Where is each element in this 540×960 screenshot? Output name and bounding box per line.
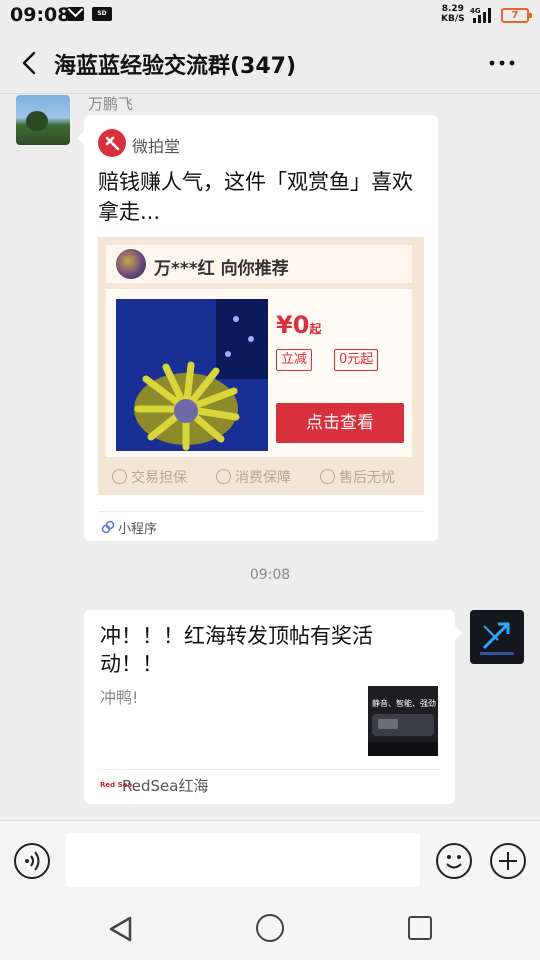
emoji-icon (446, 855, 462, 869)
nav-recent-apps-icon[interactable] (408, 916, 432, 940)
price-value: ¥0 (276, 311, 310, 339)
link-card[interactable]: 冲！！！红海转发顶帖有奖活动！！ 冲鸭! 静音、智能、强劲 Red Sea Re… (84, 610, 462, 804)
mini-program-name: 微拍堂 (132, 137, 181, 156)
mini-program-icon (101, 520, 115, 534)
plus-icon (499, 852, 517, 870)
price-suffix: 起 (309, 322, 322, 336)
start-price-tag: 0元起 (334, 349, 379, 371)
coral-product-image (116, 299, 268, 451)
sd-card-icon: SD (92, 7, 112, 21)
sender-avatar[interactable] (16, 95, 70, 145)
weipaitang-logo-icon (98, 129, 126, 157)
promo-image: 万***红 向你推荐 ¥0起 立减 0元起 点击查看 交易担保 消费保障 售后无… (98, 237, 424, 495)
guarantee-row: 交易担保 消费保障 售后无忧 (98, 463, 424, 489)
promo-header: 万***红 向你推荐 (106, 245, 412, 283)
voice-icon (25, 851, 40, 871)
chat-area[interactable]: 万鹏飞 微拍堂 赔钱赚人气，这件「观赏鱼」喜欢拿走... 万***红 向你推荐 (0, 95, 540, 820)
promo-body: ¥0起 立减 0元起 点击查看 (106, 289, 412, 457)
shield-icon (112, 469, 127, 484)
back-arrow-icon[interactable] (18, 50, 44, 76)
link-description: 冲鸭! (100, 688, 139, 707)
discount-tag: 立减 (276, 349, 313, 371)
guarantee-item: 交易担保 (112, 467, 187, 487)
network-speed: 8.29 KB/S (441, 4, 465, 24)
mail-notification-icon (67, 7, 84, 21)
thumbs-up-icon (320, 469, 335, 484)
chat-header: 海蓝蓝经验交流群(347) (0, 32, 540, 94)
message-input[interactable] (66, 833, 420, 887)
thumbnail-text: 静音、智能、强劲 (372, 699, 436, 708)
link-source-name: RedSea红海 (122, 777, 209, 795)
guarantee-item: 消费保障 (216, 467, 291, 487)
input-bar (0, 820, 540, 898)
guarantee-label: 交易担保 (131, 470, 187, 486)
mini-program-label: 小程序 (118, 522, 158, 537)
shield-icon (216, 469, 231, 484)
signal-icon: 4G (470, 7, 491, 23)
link-thumbnail: 静音、智能、强劲 (368, 686, 438, 756)
sender-name: 万鹏飞 (88, 95, 134, 113)
more-functions-button[interactable] (490, 843, 526, 879)
status-time: 09:08 (10, 4, 71, 26)
more-options-icon[interactable] (488, 54, 516, 72)
link-title: 冲！！！红海转发顶帖有奖活动！！ (100, 624, 373, 676)
system-nav-bar (0, 898, 540, 960)
guarantee-label: 消费保障 (235, 470, 291, 486)
my-avatar[interactable] (470, 610, 524, 664)
mini-program-card[interactable]: 微拍堂 赔钱赚人气，这件「观赏鱼」喜欢拿走... 万***红 向你推荐 ¥0起 … (77, 115, 438, 541)
net-speed-unit: KB/S (441, 14, 465, 24)
card-divider (98, 511, 424, 512)
guarantee-label: 售后无忧 (339, 470, 395, 486)
recommender-text: 万***红 向你推荐 (154, 259, 289, 279)
nav-home-icon[interactable] (256, 914, 284, 942)
chat-title: 海蓝蓝经验交流群(347) (54, 54, 297, 79)
voice-button[interactable] (14, 843, 50, 879)
view-button[interactable]: 点击查看 (276, 403, 404, 443)
emoji-button[interactable] (436, 843, 472, 879)
battery-icon: 7 (501, 8, 532, 23)
recommender-avatar (116, 249, 146, 279)
status-bar: 09:08 SD 8.29 KB/S 4G 7 (0, 0, 540, 32)
card-divider (100, 769, 440, 770)
guarantee-item: 售后无忧 (320, 467, 395, 487)
message-timestamp: 09:08 (249, 567, 291, 583)
nav-back-icon[interactable] (106, 914, 136, 944)
mini-program-title: 赔钱赚人气，这件「观赏鱼」喜欢拿走... (98, 170, 413, 224)
net-speed-value: 8.29 (441, 4, 464, 14)
network-type: 4G (470, 7, 481, 15)
price: ¥0起 (276, 311, 321, 339)
